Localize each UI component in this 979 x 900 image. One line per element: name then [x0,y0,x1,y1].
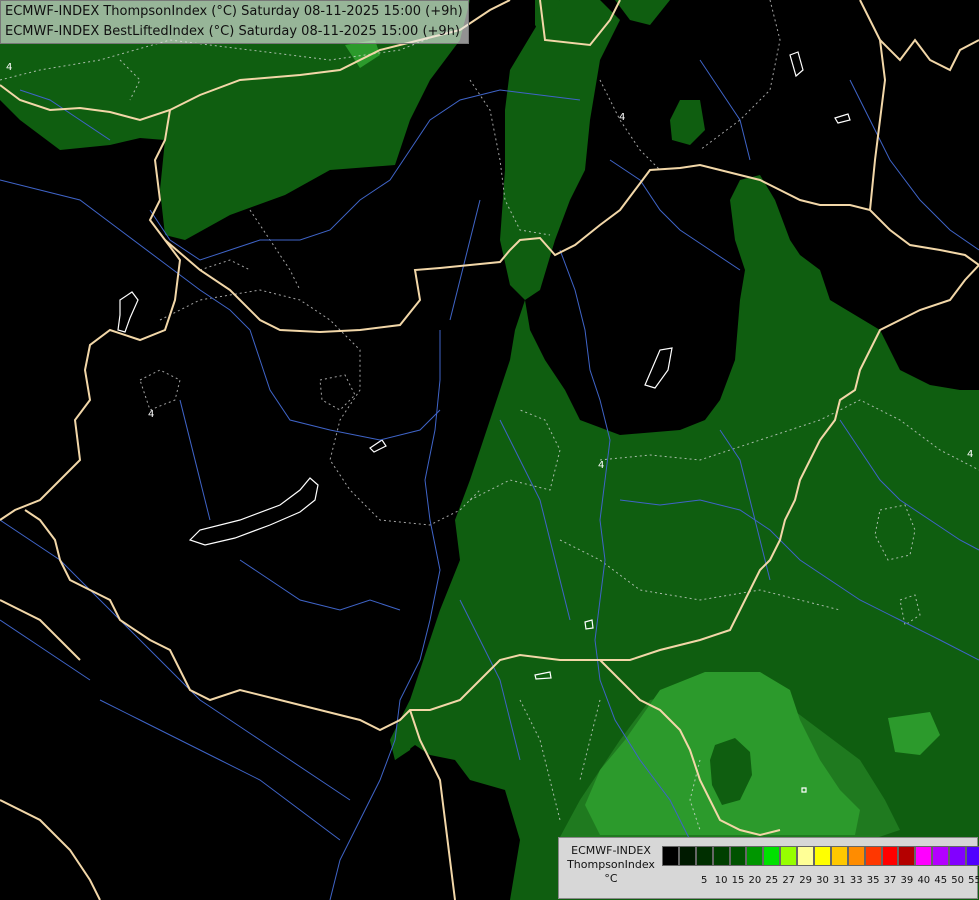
legend-swatch [830,846,848,866]
legend-swatch [729,846,747,866]
legend-tick-label: 55 [968,875,979,886]
legend-swatch [695,846,713,866]
legend-swatch [898,846,916,866]
title-thompson-index: ECMWF-INDEX ThompsonIndex (°C) Saturday … [5,4,463,19]
thompson-index-map: 4 4 4 4 4 [0,0,979,900]
contour-label: 4 [6,62,12,73]
legend-unit: °C [604,872,618,885]
legend-tick-label: 10 [714,875,728,886]
legend-tick-label: 45 [934,875,948,886]
legend-swatches [662,846,979,866]
legend-swatch [712,846,730,866]
legend-tick-label: 33 [849,875,863,886]
contour-label: 4 [148,409,154,420]
legend-swatch [949,846,967,866]
legend-tick-label: 15 [731,875,745,886]
legend-label: ECMWF-INDEX ThompsonIndex °C [563,844,659,886]
title-best-lifted-index: ECMWF-INDEX BestLiftedIndex (°C) Saturda… [5,24,460,39]
legend-tick-spacer [679,875,696,887]
legend-swatch [797,846,815,866]
legend-tick-label: 20 [748,875,762,886]
legend-swatch [814,846,831,866]
legend-tick-label: 35 [866,875,880,886]
legend-swatch [763,846,781,866]
legend-tick-label: 40 [917,875,931,886]
legend-tick-label: 5 [701,875,708,886]
legend-tick-label: 29 [799,875,812,886]
legend-tick-label: 31 [832,875,846,886]
legend-swatch [915,846,933,866]
legend-swatch [881,846,899,866]
legend-parameter: ThompsonIndex [567,858,655,871]
legend-tick-label: 25 [765,875,779,886]
legend-tick-label: 37 [883,875,897,886]
legend-tick-label: 39 [900,875,914,886]
legend-swatch [864,846,882,866]
map-title-box: ECMWF-INDEX ThompsonIndex (°C) Saturday … [0,0,469,44]
legend-model: ECMWF-INDEX [571,844,651,857]
contour-label: 4 [619,112,625,123]
color-legend: ECMWF-INDEX ThompsonIndex °C 5 10 15 20 25 27… [558,837,979,899]
legend-swatch [966,846,979,866]
legend-ticks: 51015202527293031333537394045505560 [662,875,979,887]
legend-swatch [780,846,798,866]
legend-tick-label: 27 [782,875,796,886]
legend-swatch [746,846,764,866]
contour-label: 4 [598,460,604,471]
legend-tick-label: 30 [816,875,829,886]
legend-tick-spacer [662,875,679,887]
legend-swatch [847,846,865,866]
contour-label: 4 [967,449,973,460]
legend-swatch [678,846,696,866]
legend-swatch [932,846,950,866]
legend-tick-label: 50 [951,875,964,886]
legend-swatch [662,846,679,866]
